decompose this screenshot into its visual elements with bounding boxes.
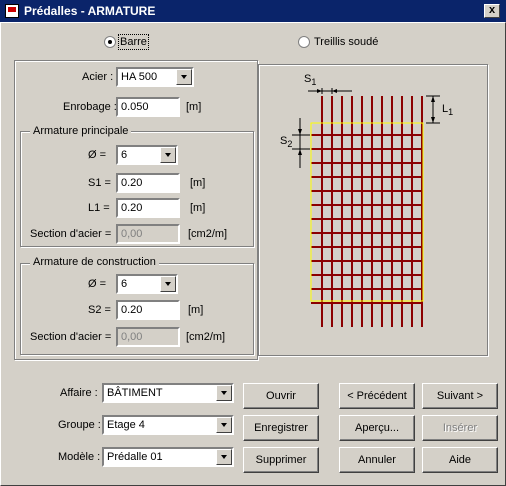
s2-symbol: S — [280, 135, 287, 147]
svg-text:S2: S2 — [280, 135, 292, 149]
chevron-down-icon[interactable] — [216, 417, 232, 433]
principale-section-unit: [cm2/m] — [188, 228, 228, 240]
title-bar: Prédalles - ARMATURE x — [0, 0, 506, 22]
suivant-button[interactable]: Suivant > — [422, 383, 498, 409]
close-button[interactable]: x — [484, 4, 500, 18]
radio-barre[interactable] — [104, 36, 116, 48]
construction-diam-select[interactable]: 6 — [116, 274, 178, 294]
acier-label: Acier : — [82, 71, 114, 83]
l1-unit: [m] — [190, 202, 206, 214]
construction-section-unit: [cm2/m] — [186, 331, 226, 343]
s1-symbol: S — [304, 73, 311, 85]
s1-input[interactable]: 0.20 — [116, 173, 180, 193]
affaire-value: BÂTIMENT — [107, 387, 163, 399]
inserer-button: Insérer — [422, 415, 498, 441]
radio-treillis-label[interactable]: Treillis soudé — [314, 36, 378, 48]
principale-section-label: Section d'acier = — [30, 228, 112, 240]
groupe-select[interactable]: Etage 4 — [102, 415, 234, 435]
s1-unit: [m] — [190, 177, 206, 189]
app-icon — [5, 4, 19, 18]
principale-section-value: 0,00 — [116, 224, 180, 244]
supprimer-button[interactable]: Supprimer — [243, 447, 319, 473]
l1-subscript: 1 — [448, 107, 453, 117]
radio-treillis[interactable] — [298, 36, 310, 48]
s1-label: S1 = — [88, 177, 111, 189]
principale-diam-label: Ø = — [88, 149, 107, 161]
chevron-down-icon[interactable] — [160, 276, 176, 292]
groupe-value: Etage 4 — [107, 419, 145, 431]
enrobage-unit: [m] — [186, 101, 202, 113]
modele-value: Prédalle 01 — [107, 451, 163, 463]
principale-title: Armature principale — [30, 125, 132, 137]
chevron-down-icon[interactable] — [176, 69, 192, 85]
radio-barre-label[interactable]: Barre — [118, 34, 149, 50]
construction-section-value: 0,00 — [116, 327, 180, 347]
chevron-down-icon[interactable] — [216, 449, 232, 465]
construction-diam-label: Ø = — [88, 278, 107, 290]
modele-select[interactable]: Prédalle 01 — [102, 447, 234, 467]
apercu-button[interactable]: Aperçu... — [339, 415, 415, 441]
precedent-button[interactable]: < Précédent — [339, 383, 415, 409]
s2-input[interactable]: 0.20 — [116, 300, 180, 320]
reinforcement-diagram: S1 L1 S2 — [280, 73, 453, 327]
annuler-button[interactable]: Annuler — [339, 447, 415, 473]
s2-subscript: 2 — [287, 139, 292, 149]
s2-label: S2 = — [88, 304, 111, 316]
principale-diam-value: 6 — [121, 149, 128, 161]
affaire-label: Affaire : — [60, 387, 98, 399]
construction-section-label: Section d'acier = — [30, 331, 112, 343]
acier-value: HA 500 — [121, 71, 158, 83]
enrobage-label: Enrobage : — [63, 101, 117, 113]
construction-title: Armature de construction — [30, 256, 159, 268]
s2-unit: [m] — [188, 304, 204, 316]
window-title: Prédalles - ARMATURE — [24, 4, 156, 18]
groupe-label: Groupe : — [58, 419, 101, 431]
s1-subscript: 1 — [311, 77, 316, 87]
aide-button[interactable]: Aide — [422, 447, 498, 473]
modele-label: Modèle : — [58, 451, 101, 463]
principale-diam-select[interactable]: 6 — [116, 145, 178, 165]
chevron-down-icon[interactable] — [160, 147, 176, 163]
svg-text:L1: L1 — [442, 103, 453, 117]
affaire-select[interactable]: BÂTIMENT — [102, 383, 234, 403]
acier-select[interactable]: HA 500 — [116, 67, 194, 87]
enrobage-input[interactable]: 0.050 — [116, 97, 180, 117]
l1-input[interactable]: 0.20 — [116, 198, 180, 218]
ouvrir-button[interactable]: Ouvrir — [243, 383, 319, 409]
enregistrer-button[interactable]: Enregistrer — [243, 415, 319, 441]
l1-label: L1 = — [88, 202, 110, 214]
svg-text:S1: S1 — [304, 73, 316, 87]
construction-diam-value: 6 — [121, 278, 128, 290]
chevron-down-icon[interactable] — [216, 385, 232, 401]
